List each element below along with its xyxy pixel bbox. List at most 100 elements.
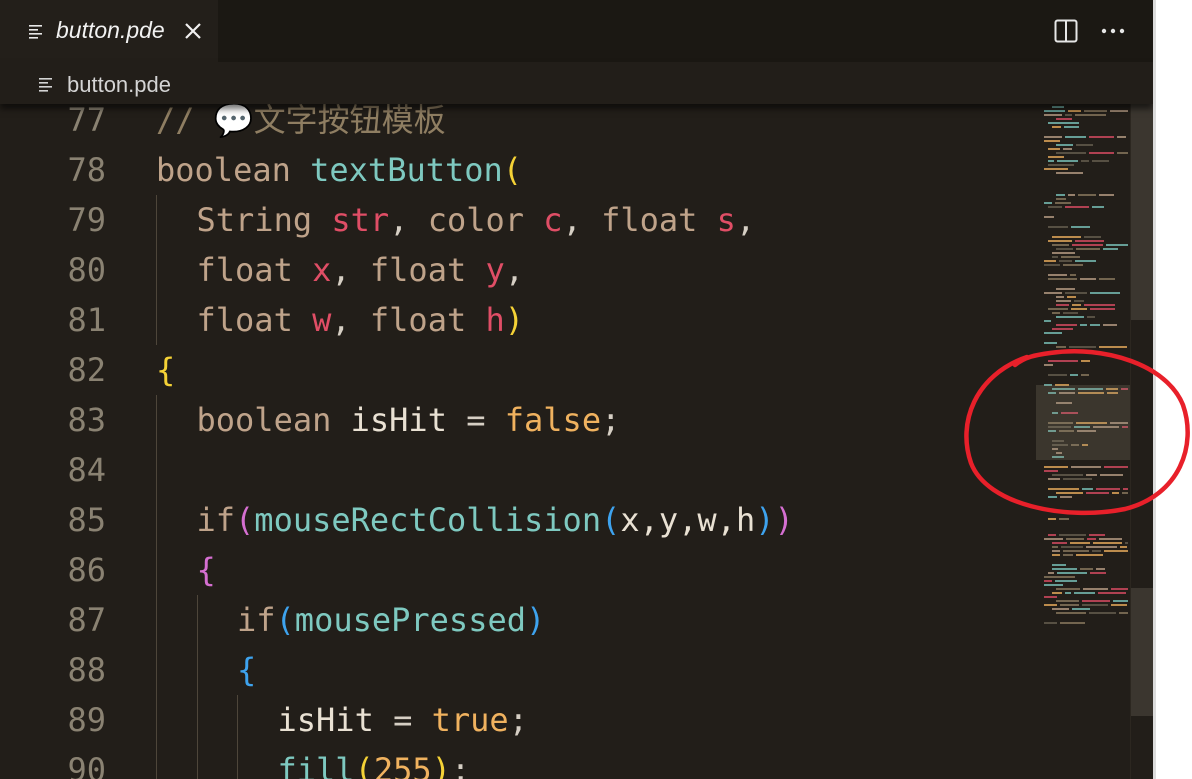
minimap-line (1106, 244, 1128, 246)
minimap-line (1066, 538, 1084, 540)
minimap-line (1052, 236, 1081, 238)
indent-guide (237, 745, 238, 779)
minimap-line (1063, 264, 1083, 266)
code-line[interactable]: 81 float w, float h) (0, 295, 1030, 345)
code-token: y (485, 251, 505, 289)
code-token: ( (502, 151, 523, 189)
breadcrumb-file[interactable]: button.pde (67, 72, 171, 98)
code-token: ) (431, 751, 451, 779)
minimap-line (1052, 564, 1066, 566)
minimap-line (1056, 300, 1071, 302)
code-text[interactable]: float x, float y, (197, 245, 525, 295)
minimap-line (1084, 236, 1101, 238)
minimap-line (1103, 324, 1117, 326)
minimap-line (1052, 106, 1064, 108)
code-text[interactable]: { (156, 345, 175, 395)
code-token: // (156, 101, 214, 139)
code-text[interactable]: float w, float h) (197, 295, 525, 345)
code-line[interactable]: 78 boolean textButton( (0, 145, 1030, 195)
code-token: , (331, 301, 370, 339)
indent-guide (196, 695, 198, 745)
code-token: mouseRectCollision (254, 501, 602, 539)
minimap-line (1055, 202, 1071, 204)
code-token: true (431, 701, 509, 739)
scrollbar-thumb-lower[interactable] (1131, 588, 1153, 716)
code-text[interactable]: fill(255); (278, 745, 471, 779)
code-token: = (446, 401, 505, 439)
minimap-line (1080, 324, 1087, 326)
editor-tab[interactable]: button.pde (0, 0, 218, 62)
code-line[interactable]: 89 isHit = true; (0, 695, 1030, 745)
minimap-line (1070, 542, 1090, 544)
minimap-line (1048, 226, 1068, 228)
code-token: ( (275, 601, 295, 639)
code-token: = (373, 701, 432, 739)
line-number: 81 (67, 301, 106, 339)
code-line[interactable]: 88 { (0, 645, 1030, 695)
line-number: 87 (67, 601, 106, 639)
code-text[interactable]: { (197, 545, 216, 595)
code-token: c (543, 201, 563, 239)
code-token: { (156, 351, 176, 389)
code-line[interactable]: 80 float x, float y, (0, 245, 1030, 295)
code-area[interactable]: 77// 💬文字按钮模板 78 boolean textButton(79 Strin… (0, 95, 1030, 779)
minimap-line (1075, 260, 1096, 262)
code-text[interactable]: if(mouseRectCollision(x,y,w,h)) (197, 495, 794, 545)
scrollbar-thumb[interactable] (1131, 104, 1153, 320)
minimap-line (1098, 592, 1126, 594)
code-token: str (331, 201, 390, 239)
minimap-line (1074, 300, 1084, 302)
minimap-line (1089, 152, 1114, 154)
minimap-line (1103, 248, 1118, 250)
indent-guide (156, 645, 157, 695)
code-line[interactable]: 85 if(mouseRectCollision(x,y,w,h)) (0, 495, 1030, 545)
indent-guide (156, 545, 157, 595)
minimap-line (1111, 588, 1128, 590)
indent-guide (156, 295, 157, 345)
code-token: 255 (373, 751, 432, 779)
file-lines-icon (39, 78, 52, 92)
code-text[interactable]: boolean isHit = false; (197, 395, 621, 445)
minimap-line (1071, 226, 1090, 228)
minimap-line (1063, 554, 1073, 556)
code-token: ) (525, 601, 546, 639)
minimap-line (1052, 608, 1069, 610)
minimap-line (1092, 160, 1109, 162)
minimap-line (1056, 118, 1072, 120)
code-text[interactable]: { (237, 645, 256, 695)
minimap-line (1071, 308, 1087, 310)
code-token: ( (235, 501, 255, 539)
minimap-line (1090, 292, 1120, 294)
split-editor-icon[interactable] (1054, 19, 1078, 43)
code-line[interactable]: 84 (0, 445, 1030, 495)
code-line[interactable]: 82 { (0, 345, 1030, 395)
minimap-line (1089, 136, 1114, 138)
code-text[interactable]: boolean textButton( (156, 145, 522, 195)
code-text[interactable]: String str, color c, float s, (197, 195, 756, 245)
indent-guide (156, 245, 157, 295)
code-text[interactable]: if(mousePressed) (237, 595, 545, 645)
breadcrumb[interactable]: button.pde (0, 62, 1153, 104)
minimap-line (1052, 568, 1077, 570)
minimap-line (1099, 538, 1122, 540)
minimap-line (1052, 592, 1062, 594)
minimap-line (1086, 546, 1117, 548)
minimap-line (1044, 576, 1075, 578)
more-actions-icon[interactable] (1100, 19, 1126, 43)
code-line[interactable]: 79 String str, color c, float s, (0, 195, 1030, 245)
code-text[interactable]: isHit = true; (278, 695, 528, 745)
code-line[interactable]: 86 { (0, 545, 1030, 595)
code-token: , (504, 251, 525, 289)
code-line[interactable]: 90 fill(255); (0, 745, 1030, 779)
code-line[interactable]: 83 boolean isHit = false; (0, 395, 1030, 445)
minimap-line (1056, 198, 1066, 200)
minimap-line (1056, 296, 1064, 298)
indent-guide (156, 745, 157, 779)
minimap-line (1082, 604, 1108, 606)
code-line[interactable]: 87 if(mousePressed) (0, 595, 1030, 645)
minimap-line (1072, 608, 1090, 610)
close-icon[interactable] (184, 22, 202, 40)
code-token: float (369, 251, 486, 289)
minimap-line (1044, 110, 1065, 112)
line-number: 85 (67, 501, 106, 539)
